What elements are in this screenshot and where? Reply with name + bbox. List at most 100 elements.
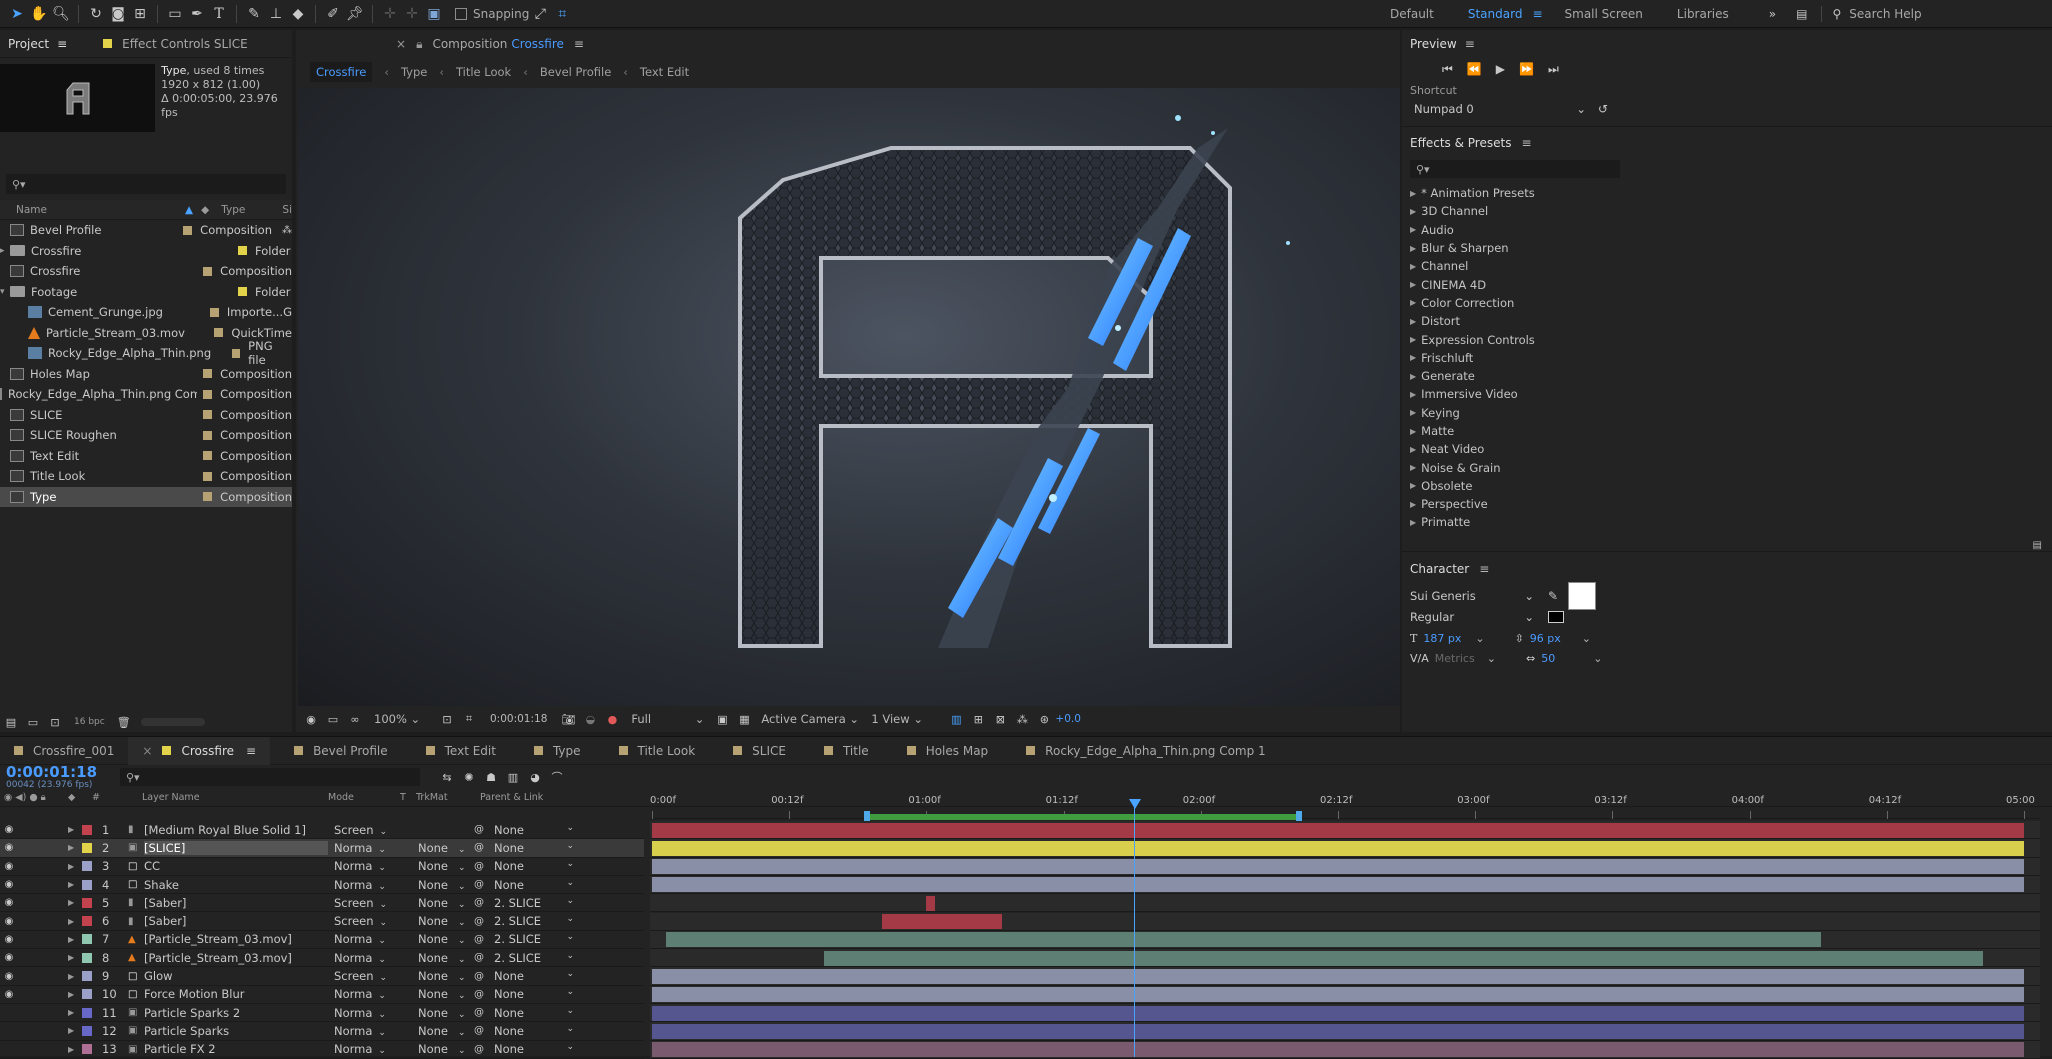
parent-dropdown[interactable]: None ⌄: [494, 1006, 580, 1020]
project-item[interactable]: Text Edit Composition: [0, 446, 292, 467]
col-header-name[interactable]: Name: [0, 204, 195, 216]
effects-category[interactable]: ▶ Audio: [1402, 221, 2052, 239]
visibility-eye-icon[interactable]: ◉: [0, 916, 18, 927]
expand-arrow-icon[interactable]: ▶: [68, 972, 82, 981]
axis-world-icon[interactable]: ✛: [401, 3, 423, 25]
effects-category[interactable]: ▶ Neat Video: [1402, 440, 2052, 458]
effects-search-field[interactable]: ⚲▾: [1410, 160, 1620, 178]
layer-mode-dropdown[interactable]: Norma ⌄: [328, 987, 396, 1001]
expand-arrow-icon[interactable]: ▶: [68, 1045, 82, 1054]
panel-menu-icon[interactable]: ≡: [1465, 37, 1475, 51]
show-snapshot-icon[interactable]: ◒: [579, 708, 601, 730]
workspace-default[interactable]: Default: [1390, 7, 1434, 21]
label-color-chip[interactable]: [214, 328, 224, 338]
tab-project[interactable]: Project ≡: [0, 30, 75, 58]
zoom-dropdown[interactable]: 100% ⌄: [374, 712, 436, 726]
parent-dropdown[interactable]: None ⌄: [494, 823, 580, 837]
layer-row[interactable]: ▶ 12 ▣ Particle Sparks Norma ⌄ None ⌄ @ None ⌄: [0, 1022, 644, 1041]
layer-mode-dropdown[interactable]: Norma ⌄: [328, 932, 396, 946]
panel-menu-icon[interactable]: ≡: [1479, 562, 1489, 576]
layer-bar[interactable]: [652, 1042, 2024, 1058]
layer-label-chip[interactable]: [82, 952, 92, 963]
trkmat-dropdown[interactable]: None ⌄: [412, 914, 474, 928]
layer-name[interactable]: CC: [144, 859, 328, 873]
label-color-chip[interactable]: [183, 225, 193, 235]
layer-row[interactable]: ◉ ▶ 8 ▲ [Particle_Stream_03.mov] Norma ⌄ None ⌄ @…: [0, 949, 644, 968]
pickwhip-icon[interactable]: @: [474, 1044, 494, 1055]
parent-dropdown[interactable]: 2. SLICE ⌄: [494, 914, 580, 928]
pickwhip-icon[interactable]: @: [474, 971, 494, 982]
snapping-toggle[interactable]: Snapping: [455, 7, 529, 21]
layer-row[interactable]: ◉ ▶ 1 ▮ [Medium Royal Blue Solid 1] Screen ⌄ @ N…: [0, 821, 644, 840]
tab-timeline[interactable]: Rocky_Edge_Alpha_Thin.png Comp 1: [1002, 737, 1280, 765]
pickwhip-icon[interactable]: @: [474, 824, 494, 835]
pan-behind-tool-icon[interactable]: ⊞: [129, 3, 151, 25]
reset-exposure-icon[interactable]: ⊛: [1033, 708, 1055, 730]
pickwhip-icon[interactable]: @: [474, 879, 494, 890]
comp-viewer[interactable]: [298, 88, 1400, 706]
shy-layers-icon[interactable]: ☗: [480, 766, 502, 788]
layer-row[interactable]: ◉ ▶ 2 ▣ [SLICE] Norma ⌄ None ⌄ @ None ⌄: [0, 839, 644, 858]
pickwhip-icon[interactable]: @: [474, 934, 494, 945]
work-area-bar[interactable]: [866, 814, 1300, 820]
layer-row[interactable]: ▶ 13 ▣ Particle FX 2 Norma ⌄ None ⌄ @ None ⌄: [0, 1041, 644, 1059]
label-color-chip[interactable]: [231, 348, 241, 358]
current-time-indicator[interactable]: [1134, 801, 1135, 1057]
flowchart-icon[interactable]: ⁂: [282, 225, 292, 236]
eraser-tool-icon[interactable]: ◆: [287, 3, 309, 25]
workspace-standard[interactable]: Standard: [1468, 7, 1523, 21]
layer-bar[interactable]: [652, 859, 2024, 875]
trkmat-dropdown[interactable]: None ⌄: [412, 1024, 474, 1038]
panel-menu-icon[interactable]: ≡: [246, 744, 256, 758]
time-ruler[interactable]: 0:00f 00:12f 01:00f 01:12f 02:00f 02:12f 03:00…: [650, 789, 2040, 819]
layer-bar[interactable]: [665, 932, 1821, 948]
layer-mode-dropdown[interactable]: Screen ⌄: [328, 914, 396, 928]
pickwhip-icon[interactable]: @: [474, 1007, 494, 1018]
expand-arrow-icon[interactable]: ▶: [68, 843, 82, 852]
pickwhip-icon[interactable]: @: [474, 916, 494, 927]
layer-label-chip[interactable]: [82, 861, 92, 872]
expand-arrow-icon[interactable]: ▶: [68, 1026, 82, 1035]
label-color-chip[interactable]: [203, 389, 213, 399]
panel-menu-icon[interactable]: ≡: [57, 37, 67, 51]
pickwhip-icon[interactable]: @: [474, 842, 494, 853]
project-item[interactable]: SLICE Composition: [0, 405, 292, 426]
current-time-indicator-head[interactable]: [1129, 799, 1141, 809]
layer-bar[interactable]: [652, 840, 2024, 856]
layer-mode-dropdown[interactable]: Norma ⌄: [328, 859, 396, 873]
hand-tool-icon[interactable]: ✋: [28, 3, 50, 25]
comp-mini-flowchart-icon[interactable]: ⇆: [436, 766, 458, 788]
label-color-chip[interactable]: [203, 369, 213, 379]
expand-arrow-icon[interactable]: ▶: [68, 880, 82, 889]
clone-stamp-tool-icon[interactable]: ⊥: [265, 3, 287, 25]
camera-dropdown[interactable]: Active Camera ⌄: [761, 712, 871, 726]
vr-goggles-icon[interactable]: ∞: [344, 708, 366, 730]
breadcrumb-item[interactable]: Text Edit: [640, 65, 689, 79]
project-item[interactable]: ▾ Footage Folder: [0, 282, 292, 303]
layer-label-chip[interactable]: [82, 897, 92, 908]
expand-arrow-icon[interactable]: ▶: [68, 825, 82, 834]
effects-category[interactable]: ▶ * Animation Presets: [1402, 184, 2052, 202]
effects-category[interactable]: ▶ Keying: [1402, 404, 2052, 422]
resolution-dropdown[interactable]: Full ⌄: [631, 712, 711, 726]
reset-icon[interactable]: ↺: [1598, 102, 1608, 116]
thumbnail-slider[interactable]: [140, 718, 205, 726]
col-header-layer-name[interactable]: Layer Name: [118, 792, 328, 803]
layer-mode-dropdown[interactable]: Norma ⌄: [328, 1042, 396, 1056]
camera-tool-icon[interactable]: ◙: [107, 3, 129, 25]
layer-row[interactable]: ◉ ▶ 6 ▮ [Saber] Screen ⌄ None ⌄ @2. SLICE ⌄: [0, 912, 644, 931]
snap-target-icon[interactable]: ⌗: [551, 3, 573, 25]
layer-mode-dropdown[interactable]: Norma ⌄: [328, 841, 396, 855]
parent-dropdown[interactable]: None ⌄: [494, 878, 580, 892]
layer-bar[interactable]: [652, 987, 2024, 1003]
close-icon[interactable]: ×: [142, 744, 152, 758]
layer-name[interactable]: [Saber]: [144, 896, 328, 910]
parent-dropdown[interactable]: None ⌄: [494, 1042, 580, 1056]
tab-effect-controls[interactable]: Effect Controls SLICE: [95, 30, 256, 58]
pickwhip-icon[interactable]: @: [474, 989, 494, 1000]
col-header-mode[interactable]: Mode: [328, 792, 400, 803]
workspace-menu-icon[interactable]: ≡: [1532, 7, 1542, 21]
next-frame-icon[interactable]: ⏩: [1519, 62, 1534, 76]
expand-arrow-icon[interactable]: ▸: [0, 246, 10, 256]
label-color-chip[interactable]: [209, 307, 219, 317]
